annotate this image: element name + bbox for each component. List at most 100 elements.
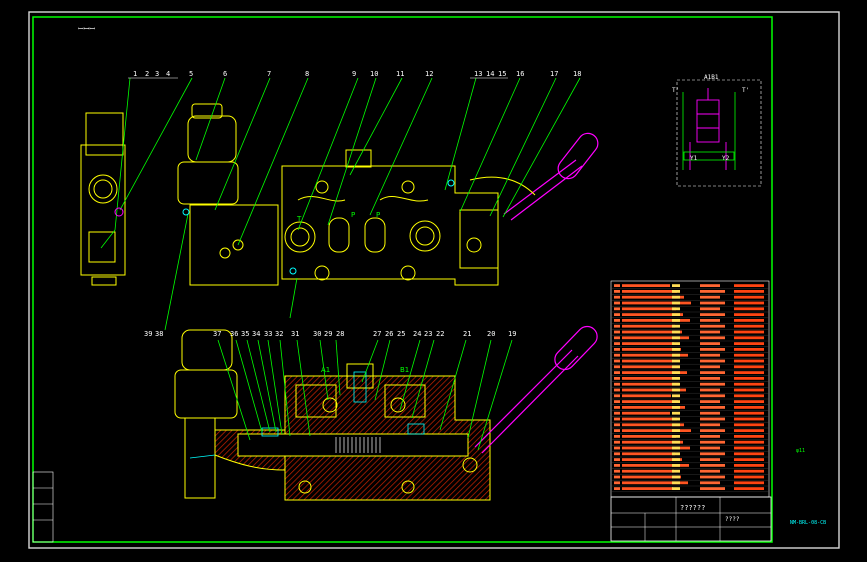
parts-list-cell [672,411,680,415]
callout-number: 34 [252,330,260,338]
callout-number: 10 [370,70,378,78]
parts-list-cell [672,336,680,340]
parts-list-cell [700,324,725,328]
parts-list-cell [614,458,620,461]
parts-list-cell [734,330,764,334]
side-mark: φ11 [796,448,805,454]
callout-number: 24 [413,330,421,338]
callout-number: 8 [305,70,309,78]
callout-number: 20 [487,330,495,338]
parts-list-cell [734,452,764,456]
parts-list-cell [700,417,725,421]
parts-list-cell [672,359,680,363]
parts-list-cell [622,417,677,421]
drawing-scale: ???? [725,516,740,523]
parts-list-cell [672,284,680,287]
parts-list-cell [734,417,764,421]
parts-list-cell [734,307,764,311]
parts-list-cell [672,435,680,438]
parts-list-cell [672,475,680,479]
parts-list-cell [700,313,725,316]
callout-number: 31 [291,330,299,338]
parts-list-cell [700,353,720,357]
parts-list-cell [700,446,720,450]
parts-list-cell [672,353,680,357]
parts-list-cell [700,330,720,334]
parts-list-cell [622,301,691,305]
parts-list-cell [700,487,725,490]
parts-list-cell [622,359,673,363]
parts-list-cell [622,377,672,380]
callout-number: 4 [166,70,170,78]
parts-list-cell [614,336,620,340]
callout-number: 11 [396,70,404,78]
parts-list-cell [734,394,764,398]
parts-list-cell [734,377,764,380]
parts-list-cell [622,290,677,293]
parts-list-cell [700,429,725,432]
callout-number: 29 [324,330,332,338]
callout-number: 22 [436,330,444,338]
spool [237,433,469,457]
parts-list-cell [734,429,764,432]
callout-number: 36 [230,330,238,338]
parts-list-cell [700,388,720,392]
parts-list-cell [614,446,620,450]
parts-list-cell [700,359,725,363]
parts-list-cell [614,319,620,322]
parts-list-cell [672,377,680,380]
parts-list-cell [622,469,674,473]
parts-list-cell [672,313,680,316]
parts-list-cell [672,307,680,311]
parts-list-cell [672,388,680,392]
parts-list-cell [622,435,676,438]
parts-list-cell [734,284,764,287]
parts-list-cell [614,382,620,386]
parts-list-cell [700,464,725,467]
parts-list-cell [614,307,620,311]
parts-list-cell [614,295,620,299]
right-margin-note: NM-BRL-08-CB [790,520,826,526]
parts-list-cell [614,429,620,432]
parts-list-cell [700,411,720,415]
parts-list-cell [672,365,680,369]
parts-list-cell [734,382,764,386]
parts-list-cell [672,371,680,374]
callout-number: 30 [313,330,321,338]
parts-list-cell [614,475,620,479]
parts-list-cell [700,295,720,299]
callout-number: 15 [498,70,506,78]
callout-number: 39 [144,330,152,338]
parts-list-cell [614,353,620,357]
callout-number: 38 [155,330,163,338]
parts-list-cell [614,371,620,374]
parts-list-table[interactable] [610,280,770,498]
parts-list-cell [734,359,764,363]
parts-list-cell [672,290,680,293]
parts-list-cell [614,284,620,287]
parts-list-cell [622,365,680,369]
callout-number: 5 [189,70,193,78]
callout-number: 17 [550,70,558,78]
parts-list-cell [614,324,620,328]
parts-list-cell [734,481,764,485]
parts-list-cell [700,394,725,398]
callout-number: 35 [241,330,249,338]
callout-number: 3 [155,70,159,78]
parts-list-cell [614,330,620,334]
callout-number: 25 [397,330,405,338]
parts-list-cell [672,342,680,345]
parts-list-cell [614,342,620,345]
parts-list-cell [614,348,620,351]
parts-list-cell [734,400,764,403]
parts-list-cell [614,400,620,403]
parts-list-cell [700,435,720,438]
port-label-p: P [351,211,355,219]
parts-list-cell [672,417,680,421]
parts-list-cell [614,481,620,485]
callout-number: 37 [213,330,221,338]
parts-list-cell [672,458,680,461]
parts-list-cell [672,452,680,456]
drawing-name: ?????? [680,504,705,512]
port-label-b1: B1 [400,366,409,374]
